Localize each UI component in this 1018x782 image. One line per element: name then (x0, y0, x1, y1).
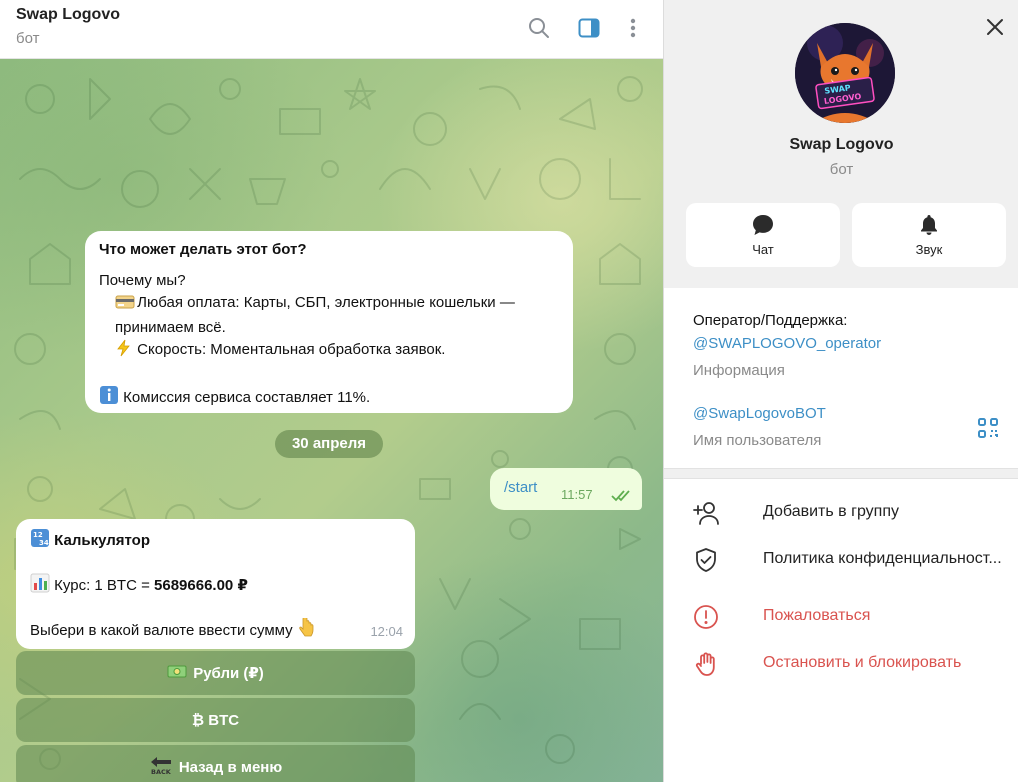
bot-description-speed: Скорость: Моментальная обработка заявок. (99, 339, 559, 364)
currency-prompt: Выбери в какой валюте ввести сумму (30, 622, 293, 639)
add-user-icon (692, 500, 720, 526)
double-check-icon (611, 489, 633, 507)
svg-text:12: 12 (33, 531, 43, 539)
svg-text:BACK: BACK (151, 768, 172, 775)
start-command-link[interactable]: /start (504, 479, 537, 496)
currency-prompt-row: Выбери в какой валюте ввести сумму (30, 616, 401, 645)
bell-icon (852, 213, 1006, 237)
chat-subtitle: бот (16, 30, 40, 47)
calculator-title: Калькулятор (54, 532, 151, 549)
bot-description-info: Оператор/Поддержка: @SWAPLOGOVO_operator… (693, 309, 881, 382)
sound-button[interactable]: Звук (852, 203, 1006, 267)
bot-description-speed-text: Скорость: Моментальная обработка заявок. (137, 341, 446, 358)
chat-title[interactable]: Swap Logovo (16, 6, 120, 24)
username-caption: Имя пользователя (693, 432, 822, 449)
bot-description-bubble: Что может делать этот бот? Почему мы? Лю… (85, 231, 573, 413)
close-icon[interactable] (982, 14, 1008, 40)
privacy-policy-label: Политика конфиденциальност... (763, 550, 1002, 567)
username-info: @SwapLogovoBOT Имя пользователя (693, 402, 826, 452)
avatar[interactable]: SWAP LOGOVO (795, 23, 895, 123)
sound-button-label: Звук (915, 242, 943, 257)
privacy-policy-item[interactable]: Политика конфиденциальност... (664, 537, 1018, 581)
money-icon (167, 663, 187, 683)
description-caption: Информация (693, 362, 785, 379)
bot-profile-panel: SWAP LOGOVO Swap Logovo бот Чат Звук Опе… (663, 0, 1018, 782)
alert-circle-icon (692, 604, 720, 630)
shield-check-icon (692, 547, 720, 573)
message-time: 11:57 (561, 487, 593, 502)
bot-description-title: Что может делать этот бот? (99, 241, 307, 258)
report-label: Пожаловаться (763, 607, 871, 624)
qr-code-icon[interactable] (976, 416, 1000, 440)
rate-label: Курс: 1 BTC = (54, 577, 155, 594)
section-divider (664, 468, 1018, 479)
calculator-message: 12 34 Калькулятор Курс: 1 BTC = 5689666.0… (16, 519, 415, 649)
chat-background: Что может делать этот бот? Почему мы? Лю… (0, 59, 663, 782)
description-text: Оператор/Поддержка: (693, 312, 848, 329)
add-to-group-label: Добавить в группу (763, 503, 899, 520)
report-item[interactable]: Пожаловаться (664, 594, 1018, 638)
point-down-icon (297, 616, 315, 645)
credit-card-icon (115, 294, 135, 317)
rubles-button[interactable]: Рубли (₽) (16, 651, 415, 695)
chat-icon (686, 213, 840, 237)
profile-subtitle: бот (829, 161, 854, 178)
numbers-icon: 12 34 (30, 528, 50, 555)
back-to-menu-label: Назад в меню (178, 758, 283, 776)
calculator-title-row: 12 34 Калькулятор (30, 528, 401, 555)
bar-chart-icon (30, 573, 50, 600)
date-separator: 30 апреля (275, 430, 383, 458)
profile-header: SWAP LOGOVO Swap Logovo бот Чат Звук (664, 0, 1018, 288)
back-to-menu-button[interactable]: BACK Назад в меню (16, 745, 415, 782)
rate-row: Курс: 1 BTC = 5689666.00 ₽ (30, 573, 401, 600)
operator-link[interactable]: @SWAPLOGOVO_operator (693, 332, 881, 355)
btc-button-label: ₿ BTC (191, 711, 240, 729)
back-icon: BACK (149, 755, 173, 779)
add-to-group-item[interactable]: Добавить в группу (664, 490, 1018, 534)
bot-description-line: Почему мы? (99, 272, 186, 289)
outgoing-message: /start 11:57 (490, 468, 642, 510)
svg-text:34: 34 (39, 539, 49, 547)
bot-description-fee-text: Комиссия сервиса составляет 11%. (123, 389, 371, 406)
message-time: 12:04 (370, 624, 403, 639)
chat-button[interactable]: Чат (686, 203, 840, 267)
lightning-icon (115, 339, 133, 364)
info-icon (99, 385, 119, 412)
more-vertical-icon[interactable] (619, 14, 647, 42)
stop-and-block-item[interactable]: Остановить и блокировать (664, 641, 1018, 685)
rubles-button-label: Рубли (₽) (193, 665, 264, 682)
search-icon[interactable] (525, 14, 553, 42)
stop-and-block-label: Остановить и блокировать (763, 654, 962, 671)
profile-name: Swap Logovo (789, 136, 894, 153)
hand-stop-icon (692, 651, 720, 677)
bot-description-fee: Комиссия сервиса составляет 11%. (99, 385, 559, 412)
sidebar-toggle-icon[interactable] (575, 14, 603, 42)
bot-description-payment: Любая оплата: Карты, СБП, электронные ко… (99, 292, 559, 339)
bot-description-payment-text: Любая оплата: Карты, СБП, электронные ко… (115, 294, 515, 336)
chat-button-label: Чат (752, 242, 774, 257)
chat-area: Swap Logovo бот Что может делать этот бо… (0, 0, 663, 782)
btc-button[interactable]: ₿ BTC (16, 698, 415, 742)
username-link[interactable]: @SwapLogovoBOT (693, 402, 826, 425)
chat-header: Swap Logovo бот (0, 0, 663, 59)
rate-value: 5689666.00 ₽ (154, 577, 248, 594)
